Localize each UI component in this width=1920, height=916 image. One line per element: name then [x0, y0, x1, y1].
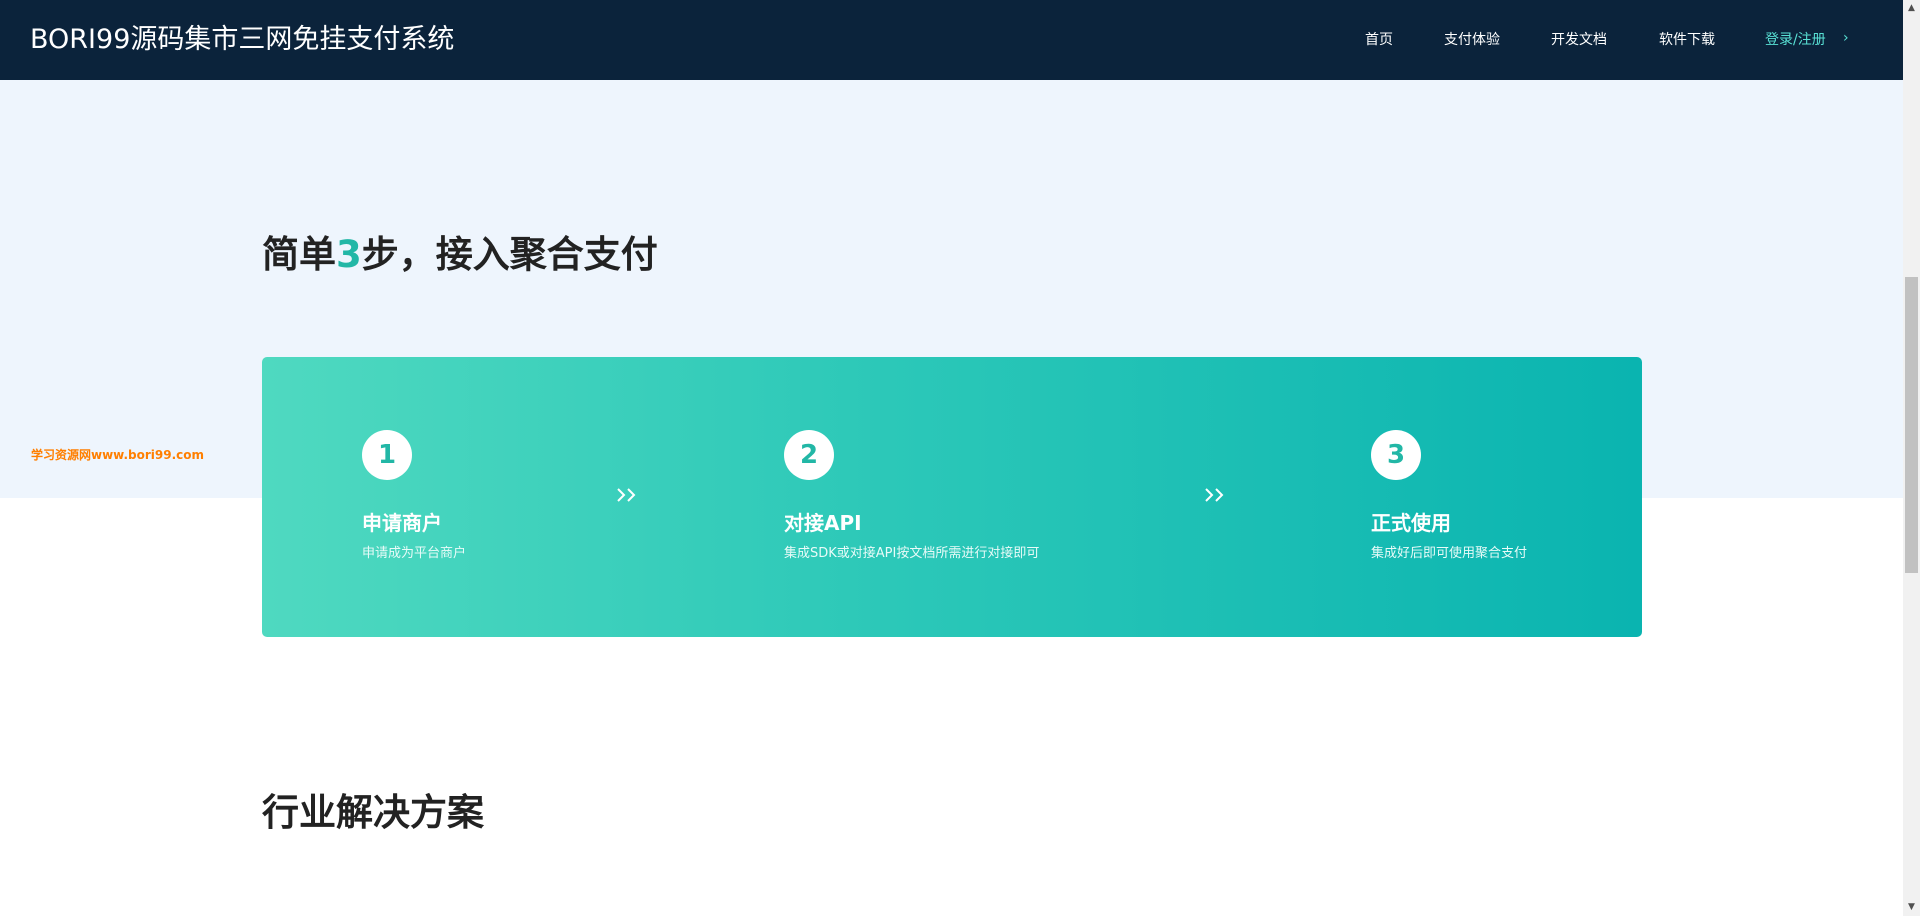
solutions-section-title: 行业解决方案: [262, 791, 484, 834]
top-navbar: BORI99源码集市三网免挂支付系统 首页 支付体验 开发文档 软件下载 登录/…: [0, 0, 1903, 80]
nav-login-register[interactable]: 登录/注册: [1765, 30, 1826, 50]
step-number-badge: 1: [362, 430, 412, 480]
title-suffix: 步，接入聚合支付: [361, 233, 658, 276]
step-title: 申请商户: [362, 511, 442, 535]
chevron-right-icon[interactable]: ›: [1843, 28, 1849, 48]
triangle-up-icon[interactable]: ▲: [1903, 0, 1920, 17]
watermark-text: 学习资源网www.bori99.com: [31, 448, 205, 462]
brand-title[interactable]: BORI99源码集市三网免挂支付系统: [30, 22, 454, 58]
step-number-badge: 3: [1371, 430, 1421, 480]
step-description: 集成好后即可使用聚合支付: [1371, 546, 1528, 561]
double-chevron-right-icon: [617, 488, 636, 502]
triangle-down-icon[interactable]: ▼: [1903, 899, 1920, 916]
nav-home[interactable]: 首页: [1365, 30, 1393, 50]
steps-card: 1 申请商户 申请成为平台商户 2 对接API 集成SDK或对接API按文档所需…: [262, 357, 1642, 637]
step-title: 对接API: [784, 511, 862, 535]
step-number-badge: 2: [784, 430, 834, 480]
title-prefix: 简单: [262, 233, 336, 276]
nav-software-download[interactable]: 软件下载: [1659, 30, 1715, 50]
title-number: 3: [336, 233, 362, 276]
step-title: 正式使用: [1371, 511, 1451, 535]
steps-section-title: 简单3步，接入聚合支付: [262, 231, 658, 279]
scrollbar-thumb[interactable]: [1905, 277, 1918, 573]
step-description: 申请成为平台商户: [362, 546, 467, 561]
nav-dev-docs[interactable]: 开发文档: [1551, 30, 1607, 50]
vertical-scrollbar[interactable]: ▲ ▼: [1903, 0, 1920, 916]
step-description: 集成SDK或对接API按文档所需进行对接即可: [784, 546, 1040, 561]
page-viewport: BORI99源码集市三网免挂支付系统 首页 支付体验 开发文档 软件下载 登录/…: [0, 0, 1903, 916]
nav-payment-demo[interactable]: 支付体验: [1444, 30, 1500, 50]
double-chevron-right-icon: [1205, 488, 1224, 502]
